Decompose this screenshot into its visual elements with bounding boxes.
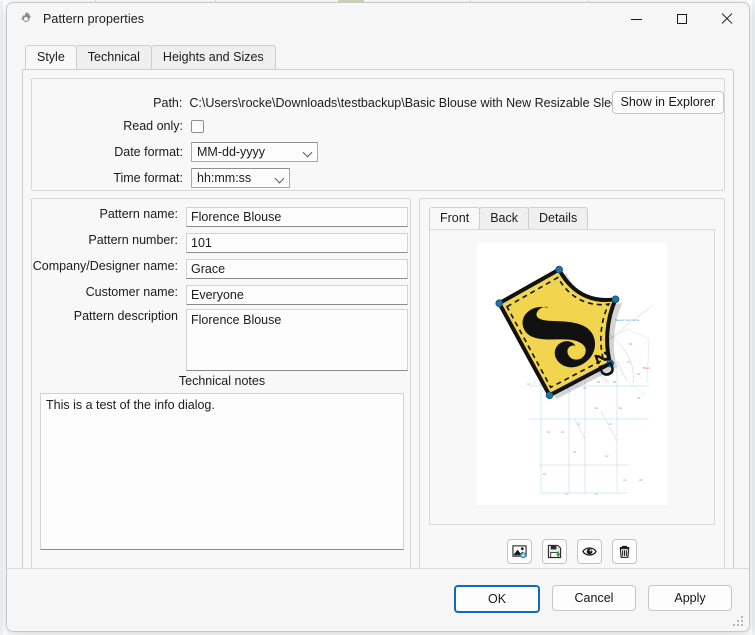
svg-text:C2: C2 [637, 372, 641, 376]
cancel-button[interactable]: Cancel [552, 585, 636, 611]
minimize-button[interactable] [614, 3, 659, 35]
trash-icon [619, 545, 630, 558]
customer-name-label: Customer name: [85, 285, 178, 299]
add-image-button[interactable] [507, 539, 532, 564]
svg-text:C1: C1 [627, 360, 631, 364]
pattern-properties-dialog: Pattern properties Style Technical Heigh… [6, 2, 750, 632]
pattern-number-row: Pattern number: 101 [32, 233, 408, 253]
tab-front[interactable]: Front [429, 207, 481, 229]
eye-icon [582, 547, 597, 556]
technical-notes-label: Technical notes [178, 374, 266, 388]
time-format-row: Time format: hh:mm:ss [32, 168, 290, 188]
image-group: Front Back Details A1 A4 B1 B2 C1 C2 D1 … [419, 198, 725, 594]
image-tab-strip: Front Back Details [429, 206, 724, 229]
svg-text:G2: G2 [605, 454, 609, 458]
tab-technical[interactable]: Technical [75, 45, 152, 69]
window-title: Pattern properties [43, 12, 145, 26]
time-format-label: Time format: [113, 171, 183, 185]
pattern-name-label: Pattern name: [99, 207, 178, 221]
svg-text:H2: H2 [639, 478, 643, 482]
title-bar: Pattern properties [7, 3, 749, 35]
read-only-checkbox[interactable] [191, 119, 204, 133]
pattern-draft-svg: A1A2 A3A4 B1B2 C1C2 D1D2 E1E2 F1F2 G1G2 … [477, 243, 667, 505]
pattern-details-group: Pattern name: Florence Blouse Pattern nu… [31, 198, 411, 594]
close-button[interactable] [704, 3, 749, 35]
save-image-icon [547, 544, 562, 559]
maximize-icon [676, 14, 687, 24]
save-image-button[interactable] [542, 539, 567, 564]
svg-text:N1: N1 [637, 396, 641, 400]
svg-text:D1: D1 [547, 430, 551, 434]
time-format-select[interactable]: hh:mm:ss [191, 168, 290, 188]
svg-text:A1: A1 [527, 382, 531, 386]
pattern-image-preview[interactable]: A1A2 A3A4 B1B2 C1C2 D1D2 E1E2 F1F2 G1G2 … [477, 243, 667, 505]
time-format-value: hh:mm:ss [197, 171, 252, 185]
minimize-icon [631, 18, 642, 20]
tab-back[interactable]: Back [479, 207, 529, 229]
date-format-row: Date format: MM-dd-yyyy [32, 142, 318, 162]
chevron-down-icon [304, 148, 313, 157]
gear-icon [21, 12, 31, 22]
date-format-label: Date format: [114, 145, 183, 159]
svg-text:Sleeve Cap Curve: Sleeve Cap Curve [615, 318, 640, 322]
company-designer-label: Company/Designer name: [32, 259, 178, 273]
path-value: C:\Users\rocke\Downloads\testbackup\Basi… [189, 95, 612, 110]
svg-text:K1: K1 [543, 472, 547, 476]
resize-grip[interactable] [733, 616, 745, 628]
pattern-name-row: Pattern name: Florence Blouse [32, 207, 408, 227]
ok-button[interactable]: OK [454, 585, 540, 613]
footer-buttons: OK Cancel Apply [454, 585, 732, 613]
svg-text:M1: M1 [629, 342, 633, 346]
svg-text:D2: D2 [561, 430, 565, 434]
date-format-select[interactable]: MM-dd-yyyy [191, 142, 318, 162]
read-only-row: Read only: [32, 119, 204, 133]
apply-button[interactable]: Apply [648, 585, 732, 611]
path-label: Path: [153, 95, 183, 110]
file-info-group: Path: C:\Users\rocke\Downloads\testbacku… [31, 78, 725, 191]
svg-text:B2: B2 [613, 380, 617, 384]
tab-heights-and-sizes[interactable]: Heights and Sizes [150, 45, 276, 69]
tab-style[interactable]: Style [25, 45, 77, 69]
svg-text:H1: H1 [623, 478, 627, 482]
company-designer-input[interactable]: Grace [186, 259, 408, 279]
image-toolbar [420, 539, 724, 564]
svg-text:E1: E1 [595, 406, 599, 410]
add-image-icon [512, 545, 527, 559]
show-in-explorer-button[interactable]: Show in Explorer [611, 91, 724, 114]
pattern-description-label: Pattern description [73, 309, 178, 323]
backdrop-line [0, 0, 3, 635]
svg-text:G1: G1 [573, 450, 577, 454]
tab-details[interactable]: Details [527, 207, 589, 229]
pattern-number-label: Pattern number: [88, 233, 178, 247]
company-designer-row: Company/Designer name: Grace [32, 259, 408, 279]
svg-text:Back: Back [643, 366, 650, 370]
main-tab-strip: Style Technical Heights and Sizes [25, 45, 749, 69]
pattern-number-input[interactable]: 101 [186, 233, 408, 253]
window-controls [614, 3, 749, 35]
pattern-description-row: Pattern description Florence Blouse [32, 309, 408, 371]
chevron-down-icon [276, 174, 285, 183]
svg-text:A4: A4 [583, 386, 587, 390]
dialog-footer: OK Cancel Apply [7, 568, 749, 631]
show-image-button[interactable] [577, 539, 602, 564]
read-only-label: Read only: [123, 119, 183, 133]
maximize-button[interactable] [659, 3, 704, 35]
close-icon [721, 13, 733, 25]
svg-text:E2: E2 [619, 406, 623, 410]
pattern-description-textarea[interactable]: Florence Blouse [186, 309, 408, 371]
delete-image-button[interactable] [612, 539, 637, 564]
svg-text:B1: B1 [597, 380, 601, 384]
path-row: Path: C:\Users\rocke\Downloads\testbacku… [32, 91, 724, 114]
date-format-value: MM-dd-yyyy [197, 145, 266, 159]
customer-name-input[interactable]: Everyone [186, 285, 408, 305]
image-preview-page: A1A2 A3A4 B1B2 C1C2 D1D2 E1E2 F1F2 G1G2 … [429, 229, 715, 525]
customer-name-row: Customer name: Everyone [32, 285, 408, 305]
pattern-name-input[interactable]: Florence Blouse [186, 207, 408, 227]
style-page: Path: C:\Users\rocke\Downloads\testbacku… [22, 69, 734, 602]
technical-notes-textarea[interactable]: This is a test of the info dialog. [40, 393, 404, 550]
